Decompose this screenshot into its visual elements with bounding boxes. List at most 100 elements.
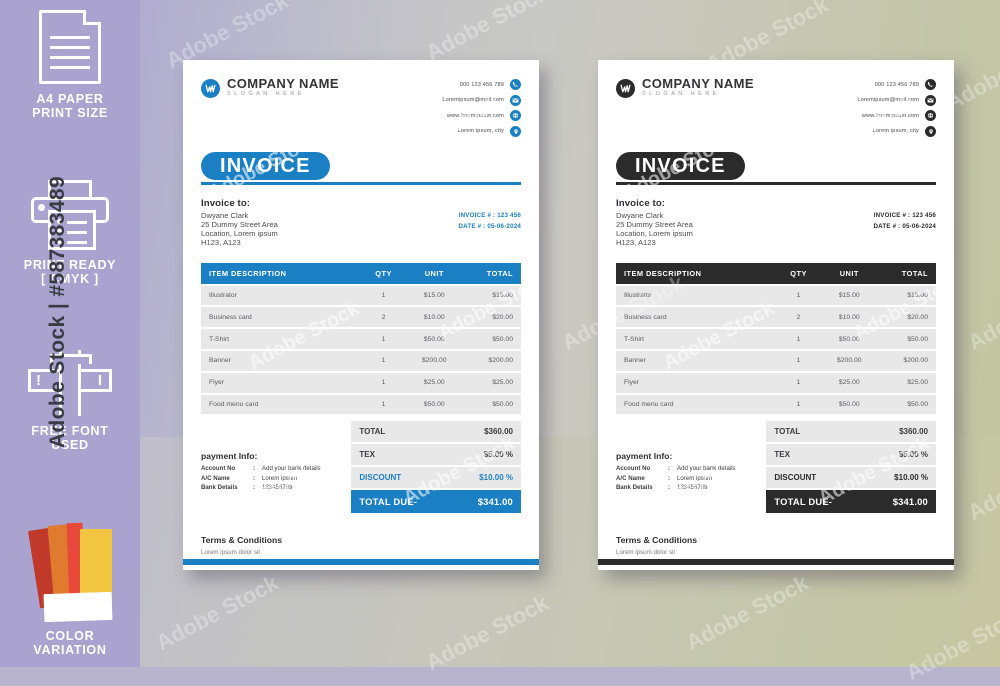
envelope-icon	[925, 94, 936, 106]
feature-sidebar: A4 PAPER PRINT SIZE PRINT READY [ CMYK ]	[0, 0, 140, 667]
globe-icon	[925, 110, 936, 122]
cell-description: T-Shirt	[201, 329, 361, 349]
bill-to-title: Invoice to:	[201, 197, 251, 209]
summary-label: DISCOUNT	[351, 467, 442, 489]
location-pin-icon	[925, 125, 936, 137]
payment-sep: :	[253, 465, 256, 473]
column-header-qty: QTY	[776, 262, 822, 284]
invoice-number: INVOICE # : 123 456	[458, 211, 521, 219]
contact-text: 000 123 456 789	[874, 81, 919, 88]
payment-key: Bank Details	[616, 484, 653, 492]
terms-line: Lorem ipsum dolor sit	[201, 549, 261, 557]
table-row: Banner 1 $200.00 $200.00	[616, 350, 936, 371]
feature-color-variation: COLOR VARIATION	[0, 522, 140, 657]
cell-total: $200.00	[462, 350, 521, 371]
cell-qty: 1	[361, 285, 407, 306]
summary-row-discount: DISCOUNT $10.00 %	[351, 467, 521, 489]
summary-row-total: TOTAL $360.00	[351, 421, 521, 443]
invoice-title-pill: INVOICE	[201, 151, 330, 180]
payment-info-block: payment Info: Account No : Add your bank…	[201, 419, 351, 493]
font-type-icon: ! I	[28, 350, 112, 416]
phone-icon	[510, 79, 521, 90]
banner-rule	[201, 182, 521, 185]
payment-key: A/C Name	[616, 474, 645, 482]
cell-qty: 1	[361, 372, 407, 393]
globe-icon	[510, 110, 521, 122]
summary-row-total-due: TOTAL DUE- $341.00	[766, 490, 936, 514]
table-row: Illustrator 1 $15.00 $15.00	[201, 285, 521, 306]
payment-key: A/C Name	[201, 474, 230, 482]
printer-icon	[31, 180, 109, 250]
invoice-meta: INVOICE # : 123 456 DATE # : 05-06-2024	[874, 198, 937, 232]
payment-value: Lorem ipsum	[677, 474, 713, 482]
cell-total: $25.00	[877, 372, 936, 393]
summary-label: TOTAL DUE-	[351, 490, 442, 514]
bill-to-block: Invoice to: Dwyane Clark 25 Dummy Street…	[616, 198, 936, 248]
invoice-sheet-dark: COMPANY NAME SLOGAN HERE 000 123 456 789…	[598, 60, 954, 570]
cell-qty: 2	[776, 307, 822, 328]
page-title: INVOICE	[635, 154, 726, 177]
color-swatch-icon	[20, 522, 120, 623]
location-pin-icon	[510, 125, 521, 137]
footer-white-bar	[183, 565, 539, 570]
invoice-banner: INVOICE	[201, 151, 521, 188]
table-row: Illustrator 1 $15.00 $15.00	[616, 285, 936, 306]
summary-block: TOTAL $360.00 TEX $5.00 % DISCOUNT $10.0…	[766, 419, 936, 515]
invoice-sheet-blue: COMPANY NAME SLOGAN HERE 000 123 456 789…	[183, 60, 539, 570]
summary-value: $341.00	[441, 490, 521, 514]
bill-to-line: 25 Dummy Street Area	[616, 219, 693, 229]
cell-unit: $15.00	[406, 285, 463, 306]
summary-label: TOTAL	[766, 421, 857, 443]
company-brand: COMPANY NAME SLOGAN HERE	[616, 77, 754, 99]
brand-row: COMPANY NAME SLOGAN HERE 000 123 456 789…	[616, 60, 936, 137]
summary-row-tex: TEX $5.00 %	[351, 444, 521, 466]
bill-to-address: Invoice to: Dwyane Clark 25 Dummy Street…	[201, 198, 278, 248]
bill-to-line: Dwyane Clark	[616, 210, 664, 220]
cell-total: $15.00	[877, 285, 936, 306]
terms-title: Terms & Conditions	[201, 535, 283, 546]
bill-to-address: Invoice to: Dwyane Clark 25 Dummy Street…	[616, 198, 693, 248]
invoice-banner: INVOICE	[616, 151, 936, 188]
feature-a4-paper: A4 PAPER PRINT SIZE	[0, 10, 140, 120]
summary-value: $5.00 %	[441, 444, 521, 466]
payment-value: 123456789	[262, 484, 293, 492]
summary-row-total-due: TOTAL DUE- $341.00	[351, 490, 521, 514]
payment-info-row: Bank Details : 123456789	[616, 483, 766, 493]
summary-row-tex: TEX $5.00 %	[766, 444, 936, 466]
cell-total: $25.00	[462, 372, 521, 393]
table-header-row: ITEM DESCRIPTION QTY UNIT TOTAL	[616, 262, 936, 284]
cell-unit: $50.00	[406, 329, 463, 349]
stock-id-watermark: Adobe Stock | #587383489	[46, 175, 69, 449]
cell-qty: 1	[776, 329, 822, 349]
contact-list: 000 123 456 789 Loremipsum@mail.com www.…	[442, 77, 521, 137]
contact-email: Loremipsum@mail.com	[442, 94, 521, 106]
cell-description: T-Shirt	[616, 329, 776, 349]
column-header-description: ITEM DESCRIPTION	[616, 262, 776, 284]
cell-unit: $200.00	[406, 350, 463, 371]
bill-to-line: Location, Lorem ipsum	[616, 229, 693, 239]
company-slogan: SLOGAN HERE	[642, 91, 720, 97]
payment-sep: :	[668, 474, 671, 482]
contact-text: www.loremipsum.com	[861, 112, 919, 119]
cell-qty: 1	[776, 372, 822, 393]
cell-qty: 1	[776, 394, 822, 415]
cell-total: $50.00	[877, 394, 936, 415]
contact-text: Loremipsum@mail.com	[442, 97, 504, 104]
a4-document-icon	[39, 10, 101, 84]
cell-unit: $25.00	[821, 372, 878, 393]
payment-info-title: payment Info:	[616, 451, 673, 462]
cell-description: Food menu card	[616, 394, 776, 415]
cell-unit: $50.00	[406, 394, 463, 415]
summary-value: $10.00 %	[441, 467, 521, 489]
contact-text: Lorem ipsum, city	[872, 128, 919, 135]
cell-total: $50.00	[462, 329, 521, 349]
payment-key: Account No	[201, 465, 236, 473]
company-name: COMPANY NAME	[642, 76, 754, 91]
contact-website: www.loremipsum.com	[861, 110, 936, 122]
column-header-unit: UNIT	[406, 262, 463, 284]
invoice-date: DATE # : 05-06-2024	[873, 222, 936, 230]
cell-total: $20.00	[877, 307, 936, 328]
contact-text: 000 123 456 789	[459, 81, 504, 88]
payment-sep: :	[253, 484, 256, 492]
payment-value: Add your bank details	[677, 465, 736, 473]
